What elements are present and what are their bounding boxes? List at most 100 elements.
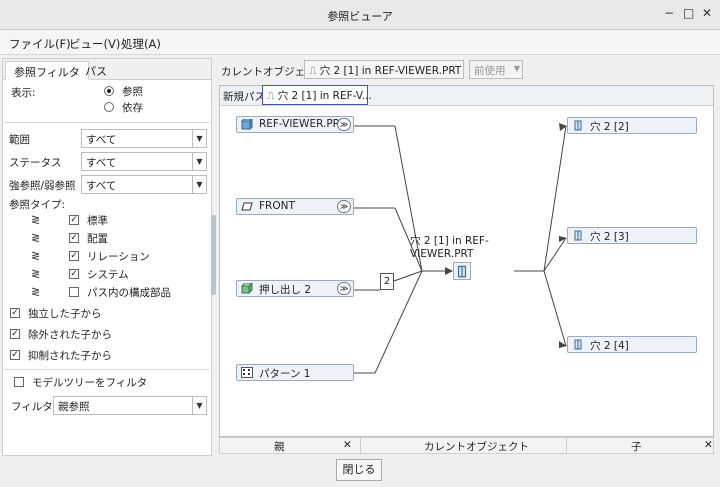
divider [360,438,361,453]
reference-graph: 新規パス: ⎍ 穴 2 [1] in REF-V... REF-VIEWER.P… [219,85,714,437]
window-title: 参照ビューア [327,10,393,23]
chevron-down-icon: ▼ [192,130,206,147]
tab-path[interactable]: パス [77,61,115,80]
parent-node-label: REF-VIEWER.PRT [259,118,346,130]
current-object-field[interactable]: ⎍ 穴 2 [1] in REF-VIEWER.PRT [304,60,464,79]
status-select[interactable]: すべて ▼ [81,152,207,171]
status-value: すべて [86,157,117,169]
filter-panel: 参照フィルタ パス 表示: 参照 依存 範囲 すべて ▼ ステータス すべて ▼ 強… [2,58,212,456]
child-node-label: 穴 2 [4] [590,340,629,352]
checkbox-system[interactable]: ✓ [69,269,79,279]
expand-icon[interactable]: ≫ [337,118,351,131]
current-section-label: カレントオブジェクト [424,441,529,453]
close-window-button[interactable]: ✕ [702,6,712,20]
scope-label: 範囲 [9,134,30,146]
close-child-section-icon[interactable]: ✕ [704,439,713,451]
checkbox-model-tree-filter[interactable] [14,377,24,387]
chevron-down-icon: ▼ [192,397,206,414]
parent-node-label: FRONT [259,200,295,212]
ref-type-icon: ≷ [31,231,41,244]
suppressed-children-label: 抑制された子から [28,350,112,362]
system-label: システム [87,269,129,281]
menu-file[interactable]: ファイル(F) [9,36,71,52]
datum-plane-icon [241,202,253,211]
divider [4,369,210,370]
current-object-value: 穴 2 [1] in REF-VIEWER.PRT [319,65,462,77]
divider [4,122,210,123]
parent-node-label: パターン 1 [259,368,311,380]
child-node-label: 穴 2 [2] [590,121,629,133]
strength-value: すべて [86,180,117,192]
excluded-children-label: 除外された子から [28,329,112,341]
checkbox-path-components[interactable] [69,287,79,297]
child-node[interactable]: 穴 2 [4] [567,336,697,353]
parent-node[interactable]: REF-VIEWER.PRT ≫ [236,116,354,133]
checkbox-placement[interactable]: ✓ [69,233,79,243]
connector-lines [354,123,567,374]
child-section-label: 子 [631,441,642,453]
strength-label: 強参照/弱参照 [9,180,76,192]
close-parent-section-icon[interactable]: ✕ [343,439,352,451]
previous-used-button[interactable]: 前使用 ▼ [469,60,523,79]
radio-reference-label: 参照 [122,86,143,98]
current-node-label: 穴 2 [1] in REF-VIEWER.PRT [410,235,489,260]
checkbox-relation[interactable]: ✓ [69,251,79,261]
standard-label: 標準 [87,215,108,227]
menu-action[interactable]: 処理(A) [121,36,161,52]
panel-splitter[interactable] [211,215,216,295]
ref-type-icon: ≷ [31,267,41,280]
minimize-button[interactable]: − [664,6,674,20]
hole-icon [574,120,582,131]
maximize-button[interactable]: □ [683,6,694,20]
current-node[interactable] [453,262,471,280]
model-tree-filter-label: モデルツリーをフィルタ [32,377,148,389]
radio-dependent-label: 依存 [122,102,143,114]
expand-icon[interactable]: ≫ [337,282,351,295]
chevron-down-icon: ▼ [192,176,206,193]
relation-label: リレーション [87,251,150,263]
radio-reference[interactable] [104,86,114,96]
checkbox-independent-children[interactable]: ✓ [10,308,20,318]
extrude-icon [241,283,253,294]
ref-type-icon: ≷ [31,213,41,226]
menu-bar: ファイル(F) ビュー(V) 処理(A) [0,31,720,55]
scope-value: すべて [86,134,117,146]
radio-dependent[interactable] [104,102,114,112]
divider [566,438,567,453]
placement-label: 配置 [87,233,108,245]
independent-children-label: 独立した子から [28,308,102,320]
parent-section-label: 親 [274,441,285,453]
expand-icon[interactable]: ≫ [337,200,351,213]
strength-select[interactable]: すべて ▼ [81,175,207,194]
hole-icon [457,265,467,278]
parent-node-label: 押し出し 2 [259,284,312,296]
section-bar: 親 ✕ カレントオブジェクト 子 ✕ [219,437,714,454]
filter-label: フィルタ: [11,401,57,413]
parent-node[interactable]: 押し出し 2 ≫ [236,280,354,297]
reference-type-label: 参照タイプ: [9,199,66,211]
part-icon [241,119,253,130]
parent-node[interactable]: FRONT ≫ [236,198,354,215]
hole-icon: ⎍ [309,65,317,77]
path-components-label: パス内の構成部品 [87,287,171,299]
child-node[interactable]: 穴 2 [2] [567,117,697,134]
checkbox-excluded-children[interactable]: ✓ [10,329,20,339]
display-label: 表示: [11,87,36,99]
ref-type-icon: ≷ [31,249,41,262]
status-label: ステータス [9,157,62,169]
previous-used-label: 前使用 [474,65,506,77]
menu-view[interactable]: ビュー(V) [69,36,120,52]
filter-value: 親参照 [58,401,90,413]
ref-type-icon: ≷ [31,285,41,298]
scope-select[interactable]: すべて ▼ [81,129,207,148]
parent-node[interactable]: パターン 1 [236,364,354,381]
chevron-down-icon: ▼ [192,153,206,170]
filter-select[interactable]: 親参照 ▼ [53,396,207,415]
pattern-icon [241,367,253,378]
checkbox-suppressed-children[interactable]: ✓ [10,350,20,360]
close-button[interactable]: 閉じる [336,459,382,481]
reference-count-badge: 2 [380,273,394,290]
child-node[interactable]: 穴 2 [3] [567,227,697,244]
panel-tabs: 参照フィルタ パス [3,59,211,80]
checkbox-standard[interactable]: ✓ [69,215,79,225]
